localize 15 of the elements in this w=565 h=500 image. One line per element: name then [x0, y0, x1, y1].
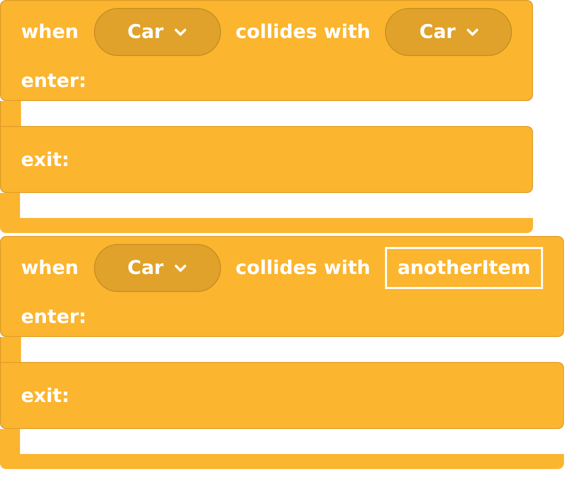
chevron-down-icon	[466, 28, 479, 36]
chevron-down-icon	[174, 28, 187, 36]
block-keyword: collides with	[236, 21, 370, 43]
dropdown[interactable]: Car	[385, 8, 512, 56]
dropdown[interactable]: Car	[94, 244, 220, 292]
enter-label: enter:	[21, 306, 86, 328]
enter-label: enter:	[21, 70, 86, 92]
chevron-down-icon	[174, 264, 187, 272]
exit-label: exit:	[21, 148, 70, 170]
block-keyword: when	[21, 21, 78, 43]
text-field[interactable]: anotherItem	[385, 247, 543, 289]
exit-label: exit:	[21, 384, 70, 406]
dropdown[interactable]: Car	[94, 8, 220, 56]
block-keyword: collides with	[236, 257, 370, 279]
block-keyword: when	[21, 257, 78, 279]
